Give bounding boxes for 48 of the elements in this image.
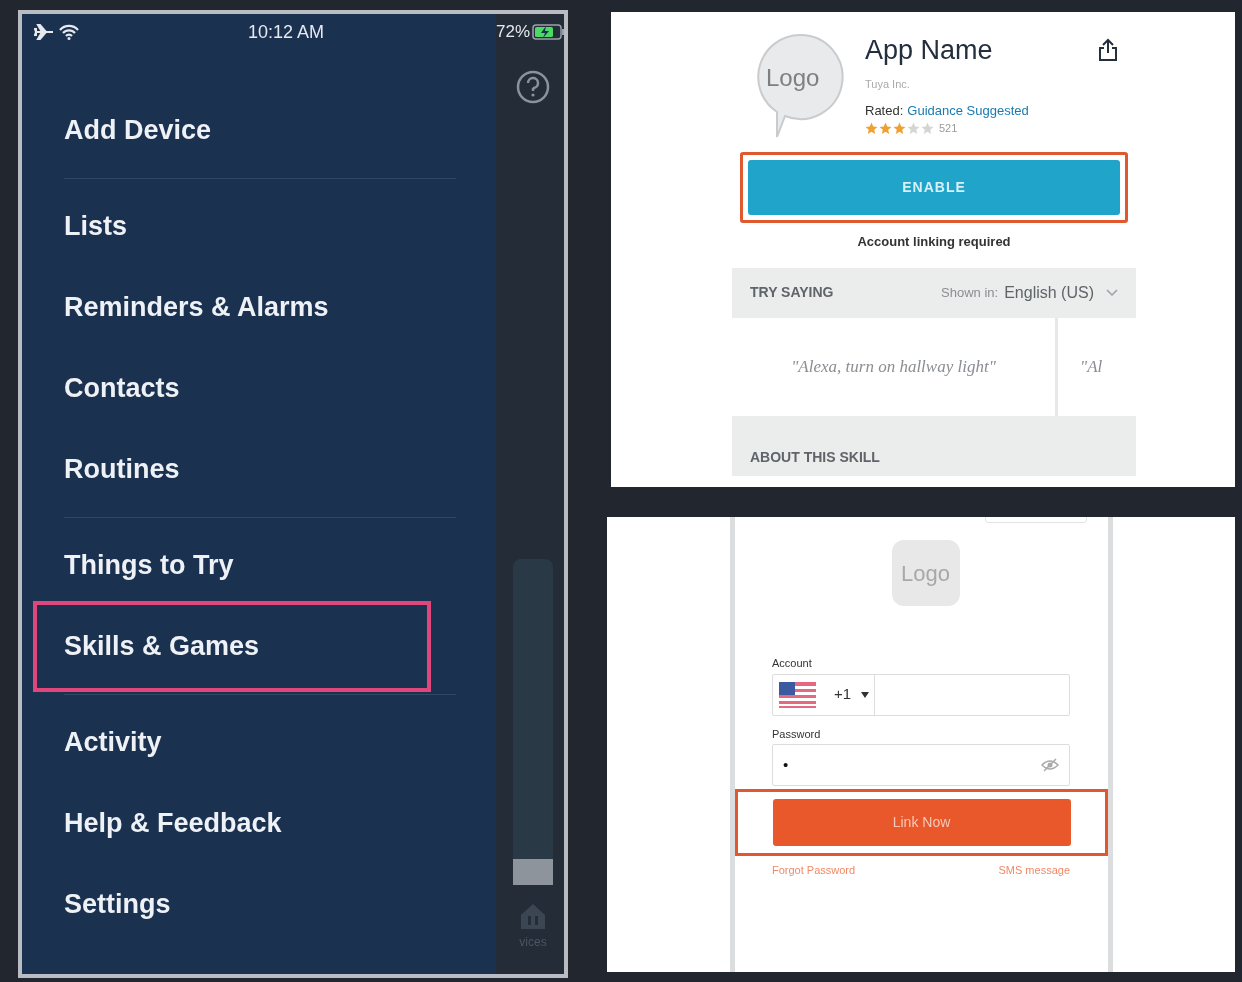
share-icon[interactable] bbox=[1098, 38, 1118, 62]
country-code[interactable]: +1 bbox=[834, 683, 852, 706]
star-icon bbox=[907, 121, 920, 135]
section-title: TRY SAYING bbox=[750, 283, 834, 302]
shown-in-label: Shown in: bbox=[941, 283, 999, 302]
menu-item[interactable]: Lists bbox=[64, 206, 128, 247]
caret-icon[interactable] bbox=[861, 691, 870, 698]
password-field[interactable]: • bbox=[772, 744, 1070, 786]
menu-item[interactable]: Things to Try bbox=[64, 545, 234, 586]
menu-item[interactable]: Settings bbox=[64, 884, 171, 925]
chevron-down-icon[interactable] bbox=[1106, 288, 1118, 297]
flag-icon bbox=[779, 681, 816, 708]
developer-name: Tuya Inc. bbox=[865, 77, 911, 92]
language-dropdown[interactable]: English (US) bbox=[1004, 280, 1094, 305]
review-count: 521 bbox=[939, 121, 958, 136]
home-icon[interactable] bbox=[518, 901, 548, 931]
logo-text: Logo bbox=[766, 63, 820, 93]
password-value: • bbox=[783, 754, 789, 775]
wifi-icon bbox=[58, 24, 80, 40]
star-icon bbox=[865, 121, 878, 135]
battery-charging-icon bbox=[532, 24, 564, 40]
menu-item[interactable]: Routines bbox=[64, 449, 180, 490]
menu-item[interactable]: Help & Feedback bbox=[64, 803, 282, 844]
star-icon bbox=[893, 121, 906, 135]
battery-percent: 72% bbox=[496, 21, 531, 44]
status-time: 10:12 AM bbox=[248, 20, 325, 44]
help-icon[interactable] bbox=[516, 70, 550, 104]
account-field[interactable]: +1 bbox=[772, 673, 1070, 716]
logo-text: Logo bbox=[901, 559, 950, 588]
menu-item[interactable]: Contacts bbox=[64, 368, 180, 409]
rating-link[interactable]: Guidance Suggested bbox=[907, 100, 1029, 120]
utterance-text: "Al bbox=[1080, 355, 1103, 378]
utterance-text: "Alexa, turn on hallway light" bbox=[791, 355, 996, 378]
menu-item[interactable]: Activity bbox=[64, 722, 162, 763]
star-icon bbox=[921, 121, 934, 135]
field-label: Password bbox=[772, 726, 822, 742]
field-label: Account bbox=[772, 656, 813, 671]
app-name: App Name bbox=[865, 34, 994, 67]
menu-item[interactable]: Add Device bbox=[64, 110, 212, 151]
airplane-icon bbox=[34, 24, 54, 40]
section-title: ABOUT THIS SKILL bbox=[750, 447, 880, 467]
rated-label: Rated: bbox=[865, 101, 904, 120]
account-linking-note: Account linking required bbox=[857, 233, 1011, 251]
menu-item[interactable]: Reminders & Alarms bbox=[64, 287, 329, 328]
eye-slash-icon[interactable] bbox=[1041, 758, 1059, 772]
menu-item[interactable]: Skills & Games bbox=[64, 626, 260, 667]
background-bar bbox=[513, 859, 553, 885]
star-icon bbox=[879, 121, 892, 135]
